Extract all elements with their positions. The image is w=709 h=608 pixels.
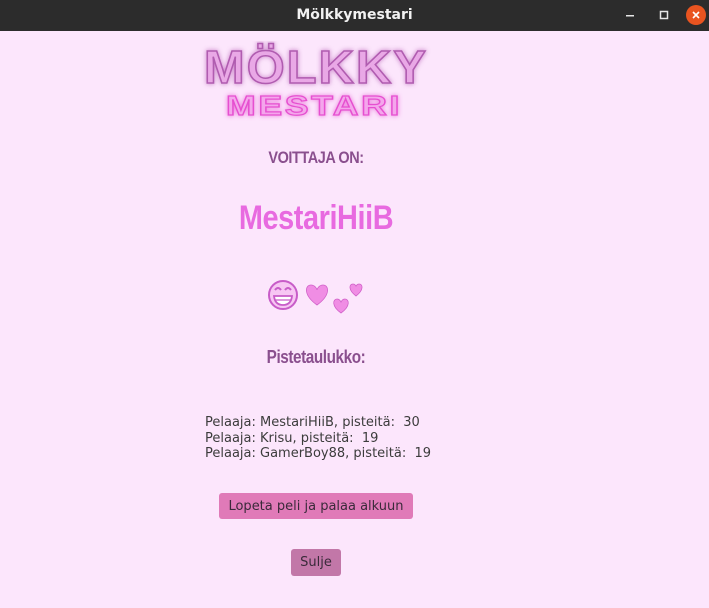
winner-heading: VOITTAJA ON: — [268, 148, 364, 167]
list-item: Pelaaja: MestariHiiB, pisteitä: 30 — [205, 415, 420, 430]
molkky-mestari-logo: MÖLKKY MESTARI — [203, 41, 428, 121]
maximize-icon[interactable] — [654, 5, 674, 25]
close-icon[interactable] — [686, 5, 706, 25]
window-title: Mölkkymestari — [296, 7, 413, 23]
winner-name: MestariHiiB — [238, 199, 394, 237]
restart-button[interactable]: Lopeta peli ja palaa alkuun — [219, 493, 413, 519]
minimize-icon[interactable] — [620, 5, 640, 25]
close-button[interactable]: Sulje — [291, 549, 341, 576]
grinning-face-icon — [268, 280, 298, 310]
celebration-emojis — [268, 280, 363, 314]
list-item: Pelaaja: GamerBoy88, pisteitä: 19 — [205, 446, 432, 461]
two-hearts-icon — [333, 283, 363, 314]
logo-line-1: MÖLKKY — [204, 41, 428, 93]
scoreboard-heading: Pistetaulukko: — [266, 347, 366, 367]
heart-icon — [306, 284, 328, 306]
title-bar[interactable]: Mölkkymestari — [0, 0, 709, 31]
scoreboard-list: Pelaaja: MestariHiiB, pisteitä: 30 Pelaa… — [205, 415, 431, 462]
list-item: Pelaaja: Krisu, pisteitä: 19 — [205, 430, 379, 446]
app-window: Mölkkymestari MÖLKKY MESTARI VOITTAJA ON… — [0, 0, 709, 608]
content-area: MÖLKKY MESTARI VOITTAJA ON: MestariHiiB … — [0, 31, 709, 608]
logo-line-2: MESTARI — [226, 90, 402, 121]
